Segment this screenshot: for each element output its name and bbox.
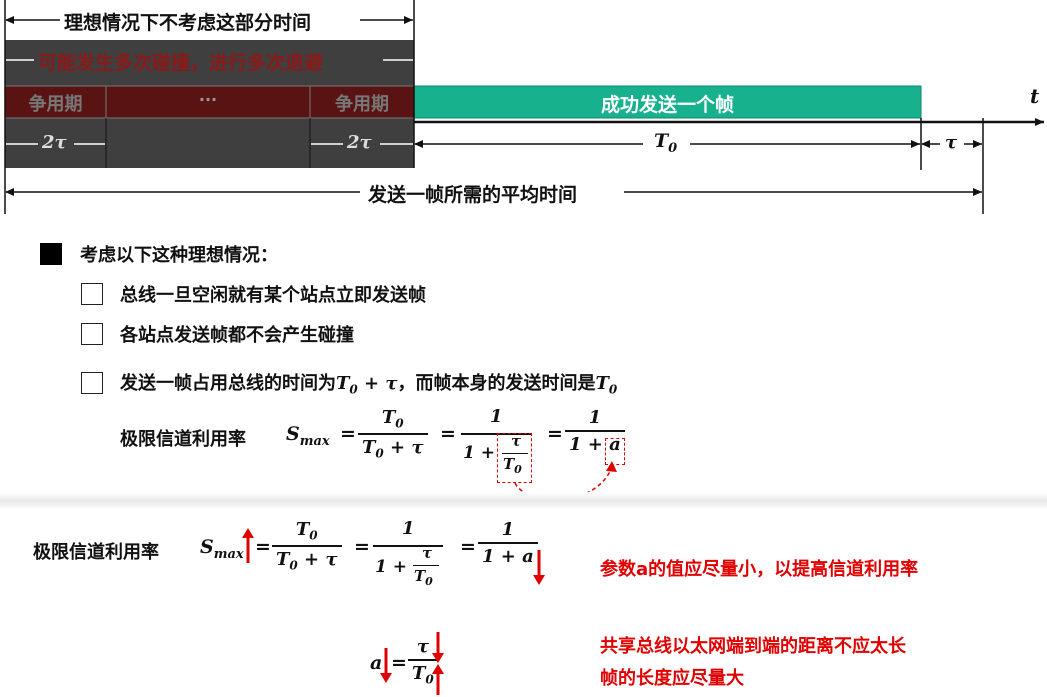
t0-up-arrow <box>432 664 444 695</box>
heading-bullet <box>40 243 62 265</box>
collision-backoff-label: 可能发生多次碰撞，进行多次退避 <box>38 52 324 74</box>
section-divider <box>0 492 1047 510</box>
checkbox-1[interactable] <box>81 283 103 305</box>
contention-period-left: 争用期 <box>28 94 83 115</box>
note-minimize-a: 参数a的值应尽量小，以提高信道利用率 <box>600 559 919 580</box>
condition-item-2: 各站点发送帧都不会产生碰撞 <box>120 325 354 346</box>
tau-down-arrow <box>432 632 444 663</box>
checkbox-2[interactable] <box>81 323 103 345</box>
checkbox-3[interactable] <box>81 372 103 394</box>
tau-label: τ <box>945 132 958 153</box>
s-max-up-arrow <box>242 528 254 563</box>
note-distance: 共享总线以太网端到端的距离不应太长 <box>600 636 906 657</box>
conditions-heading: 考虑以下这种理想情况： <box>80 245 278 266</box>
ellipsis-label: ··· <box>198 90 218 109</box>
two-tau-left: 2τ <box>42 132 67 153</box>
ideal-time-label: 理想情况下不考虑这部分时间 <box>64 12 312 34</box>
condition-item-3: 发送一帧占用总线的时间为T0 + τ，而帧本身的发送时间是T0 <box>120 373 618 397</box>
t0-label: T0 <box>654 130 678 156</box>
avg-time-label: 发送一帧所需的平均时间 <box>368 184 578 206</box>
fraction-1-bottom: T0 T0 + τ <box>272 519 342 572</box>
t0-inner-bottom: T0 <box>414 567 433 588</box>
s-max-top: Smax <box>286 423 330 449</box>
formula-label-bottom: 极限信道利用率 <box>33 542 159 563</box>
condition-item-1: 总线一旦空闲就有某个站点立即发送帧 <box>120 285 426 306</box>
note-frame-length: 帧的长度应尽量大 <box>600 668 744 689</box>
contention-period-right: 争用期 <box>335 94 389 115</box>
two-tau-right: 2τ <box>347 132 372 153</box>
a-down-arrow <box>533 550 545 585</box>
t-axis-label: t <box>1030 84 1040 108</box>
formula-label-top: 极限信道利用率 <box>120 429 246 450</box>
success-frame-label: 成功发送一个帧 <box>600 94 734 116</box>
s-max-bottom: Smax <box>200 536 244 562</box>
fraction-3-bottom: 1 1 + a <box>478 519 538 567</box>
fraction-1-top: T0 T0 + τ <box>358 407 428 460</box>
